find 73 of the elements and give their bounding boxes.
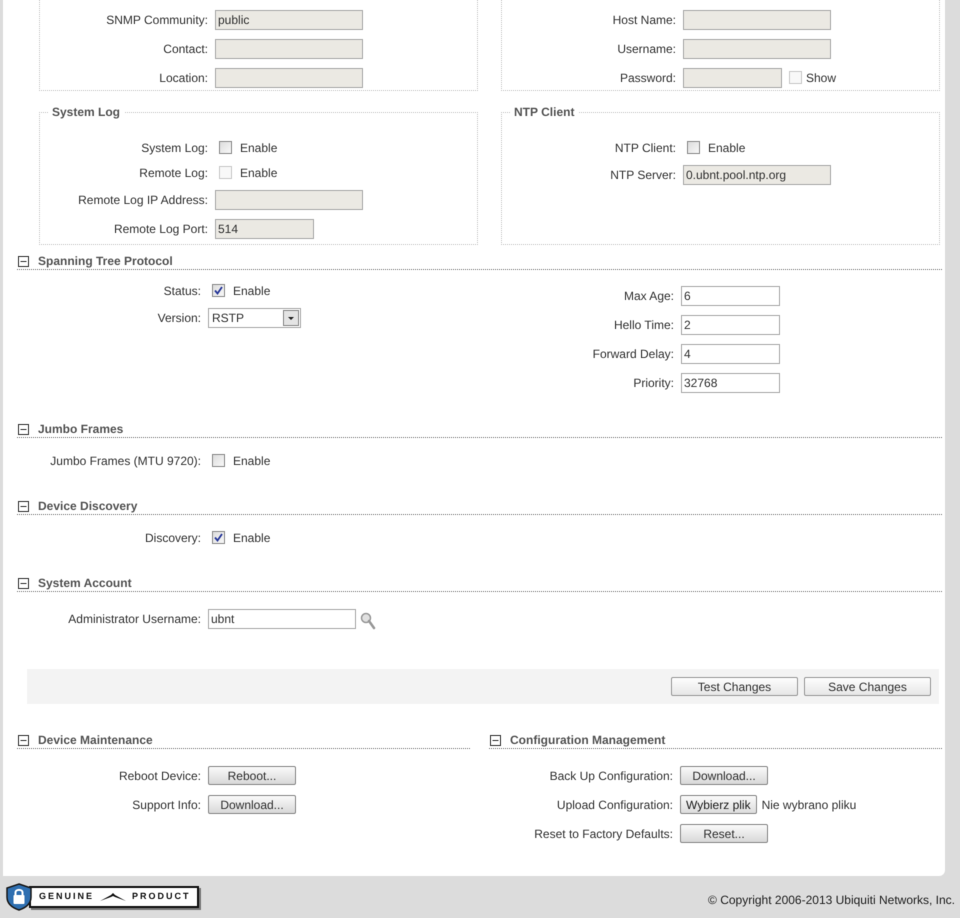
action-button[interactable]: Reset... <box>680 824 768 843</box>
action-button[interactable]: Download... <box>680 766 768 785</box>
fieldset-title: NTP Client <box>513 104 576 121</box>
fieldset-title: System Log <box>51 104 122 121</box>
field-label: NTP Server: <box>609 166 677 184</box>
section-title: Jumbo Frames <box>38 421 124 438</box>
field-label: Upload Configuration: <box>556 796 674 814</box>
field-label: SNMP Community: <box>105 12 209 28</box>
field-label: Host Name: <box>612 12 677 28</box>
checkbox-label: Enable <box>240 140 278 156</box>
copyright-text: © Copyright 2006-2013 Ubiquiti Networks, Inc. <box>708 892 955 908</box>
text-field[interactable]: 32768 <box>681 372 780 392</box>
field-label: Remote Log Port: <box>112 220 209 238</box>
collapse-icon[interactable] <box>18 424 29 434</box>
checkbox-label: Enable <box>240 164 278 182</box>
field-label: NTP Client: <box>614 140 677 156</box>
section-title: Device Maintenance <box>38 732 153 749</box>
field-label: Remote Log IP Address: <box>77 192 209 208</box>
text-field[interactable]: 6 <box>681 286 780 306</box>
field-label: Reboot Device: <box>118 768 202 784</box>
field-label: Jumbo Frames (MTU 9720): <box>49 452 202 470</box>
field-label: Back Up Configuration: <box>548 768 674 784</box>
field-label: Support Info: <box>131 796 202 814</box>
field-label: Max Age: <box>622 288 675 304</box>
section-title: Spanning Tree Protocol <box>38 253 173 270</box>
section-title: System Account <box>38 575 132 592</box>
text-field[interactable]: ubnt <box>208 608 356 628</box>
field-label: Username: <box>616 40 677 58</box>
action-button[interactable]: Save Changes <box>804 677 931 696</box>
checkbox-label: Enable <box>233 282 270 300</box>
field-label: Contact: <box>162 40 209 58</box>
collapse-icon[interactable] <box>18 734 29 746</box>
field-label: Administrator Username: <box>67 610 202 628</box>
collapse-icon[interactable] <box>18 500 29 512</box>
field-label: Password: <box>618 70 677 86</box>
collapse-icon[interactable] <box>18 578 29 588</box>
version-select[interactable]: RSTP <box>208 308 301 328</box>
field-label: Hello Time: <box>612 316 675 334</box>
caret-icon <box>283 310 299 326</box>
badge-text: GENUINE <box>39 890 94 904</box>
field-label: System Log: <box>140 140 209 156</box>
collapse-icon[interactable] <box>18 256 29 266</box>
field-label: Remote Log: <box>138 164 209 182</box>
checkbox[interactable] <box>687 141 700 154</box>
text-field[interactable]: 2 <box>681 314 780 334</box>
field-label: Discovery: <box>144 530 202 546</box>
action-button[interactable]: Test Changes <box>671 677 798 696</box>
checkbox[interactable] <box>212 531 225 544</box>
checkmark-icon <box>214 286 223 295</box>
collapse-icon[interactable] <box>490 734 501 746</box>
section-title: Device Discovery <box>38 498 138 515</box>
file-button[interactable]: Wybierz plik <box>680 795 757 814</box>
field-label: Priority: <box>632 374 675 392</box>
checkbox[interactable] <box>219 141 232 154</box>
field-label: Reset to Factory Defaults: <box>533 826 674 842</box>
badge-text: PRODUCT <box>132 890 191 904</box>
checkbox[interactable] <box>212 454 225 467</box>
checkbox-label: Enable <box>708 140 746 156</box>
action-button[interactable]: Download... <box>208 795 296 814</box>
field-label: Forward Delay: <box>592 346 675 362</box>
field-label: Status: <box>162 282 202 300</box>
field-label: Location: <box>158 70 209 86</box>
file-status: Nie wybrano pliku <box>762 796 856 814</box>
checkbox-label: Enable <box>233 452 270 470</box>
checkbox[interactable] <box>212 284 225 297</box>
action-button[interactable]: Reboot... <box>208 766 296 785</box>
text-field[interactable]: 4 <box>681 344 780 364</box>
checkbox-label: Enable <box>233 530 270 546</box>
checkbox-label: Show <box>806 70 836 86</box>
logo-icon <box>99 892 128 902</box>
section-title: Configuration Management <box>510 732 666 749</box>
field-label: Version: <box>156 310 202 326</box>
checkmark-icon <box>214 533 223 542</box>
